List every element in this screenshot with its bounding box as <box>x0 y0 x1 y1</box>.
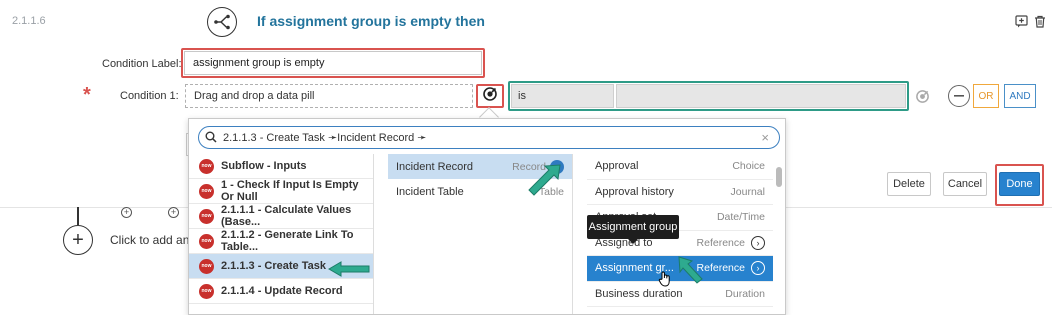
search-icon <box>205 131 217 146</box>
annotation-arrow-icon <box>327 260 371 283</box>
branch-icon <box>207 7 237 37</box>
scrollbar-thumb[interactable] <box>776 167 782 187</box>
remove-condition-icon[interactable] <box>948 85 970 107</box>
add-step-icon[interactable]: + <box>121 207 132 218</box>
required-indicator: * <box>83 84 91 106</box>
list-item[interactable]: now 1 - Check If Input Is Empty Or Null <box>189 179 373 204</box>
condition-label-caption: Condition Label: <box>102 58 182 70</box>
add-action-text[interactable]: Click to add an A <box>110 233 200 247</box>
list-item-type: Journal <box>730 185 765 198</box>
done-button[interactable]: Done <box>999 172 1040 196</box>
value-pill-picker-icon[interactable] <box>913 87 931 105</box>
step-title: If assignment group is empty then <box>257 13 485 29</box>
annotation-arrow-icon <box>676 255 704 290</box>
now-badge-icon: now <box>199 233 214 249</box>
annotation-arrow-icon <box>526 163 562 202</box>
now-badge-icon: now <box>199 183 214 199</box>
data-pill-picker-icon <box>482 86 498 107</box>
list-item[interactable]: Approval history Journal <box>587 180 773 205</box>
steps-column: now Subflow - Inputs now 1 - Check If Inpu… <box>189 154 374 314</box>
delete-button[interactable]: Delete <box>887 172 931 196</box>
hand-cursor-icon <box>658 271 672 290</box>
data-pill-picker-button[interactable] <box>476 84 504 108</box>
list-item-label: Approval <box>595 160 639 173</box>
list-item-type: Choice <box>732 160 765 173</box>
now-badge-icon: now <box>199 283 214 299</box>
and-button[interactable]: AND <box>1004 84 1036 108</box>
pill-search-value: 2.1.1.3 - Create Task ➛Incident Record ➛ <box>223 132 427 144</box>
list-item-label: Incident Record <box>396 160 474 173</box>
list-item[interactable]: now 2.1.1.2 - Generate Link To Table... <box>189 229 373 254</box>
list-item-label: 2.1.1.1 - Calculate Values (Base... <box>221 204 352 228</box>
condition-value-field[interactable] <box>616 84 906 108</box>
add-branch-icon[interactable]: + <box>168 207 179 218</box>
list-item-label: Incident Table <box>396 185 464 198</box>
list-item-label: 2.1.1.2 - Generate Link To Table... <box>221 229 354 253</box>
now-badge-icon: now <box>199 208 214 224</box>
step-number: 2.1.1.6 <box>12 15 46 27</box>
list-item-label: Approval history <box>595 185 674 198</box>
add-annotation-icon[interactable] <box>1014 14 1028 28</box>
list-item[interactable]: now 2.1.1.1 - Calculate Values (Base... <box>189 204 373 229</box>
list-item-type: Reference <box>696 236 745 249</box>
list-item-type: Duration <box>725 287 765 300</box>
data-pill-dropzone[interactable]: Drag and drop a data pill <box>185 84 473 108</box>
now-badge-icon: now <box>199 258 214 274</box>
operator-select[interactable]: is <box>511 84 614 108</box>
list-item[interactable]: now Subflow - Inputs <box>189 154 373 179</box>
or-button[interactable]: OR <box>973 84 999 108</box>
field-tooltip: Assignment group <box>587 215 679 239</box>
chevron-right-icon[interactable]: › <box>751 261 765 276</box>
list-item-label: 2.1.1.3 - Create Task <box>221 260 326 272</box>
condition1-caption: Condition 1: <box>120 90 179 102</box>
condition-label-input[interactable]: assignment group is empty <box>184 51 482 75</box>
tooltip-arrow <box>627 238 639 244</box>
clear-search-icon[interactable]: × <box>761 131 769 144</box>
list-item[interactable]: Approval Choice <box>587 154 773 180</box>
chevron-right-icon[interactable]: › <box>751 235 765 250</box>
list-item-label: 1 - Check If Input Is Empty Or Null <box>221 179 359 203</box>
add-action-icon[interactable]: + <box>63 225 93 255</box>
cancel-button[interactable]: Cancel <box>943 172 987 196</box>
now-badge-icon: now <box>199 158 214 174</box>
list-item-label: 2.1.1.4 - Update Record <box>221 285 343 297</box>
trash-icon[interactable] <box>1033 14 1047 28</box>
list-item-label: Subflow - Inputs <box>221 160 307 172</box>
pill-search-input[interactable]: 2.1.1.3 - Create Task ➛Incident Record ➛… <box>198 126 780 149</box>
flow-connector <box>77 207 79 225</box>
flow-designer-canvas: 2.1.1.6 If assignment group is empty the… <box>0 0 1052 315</box>
list-item-type: Date/Time <box>716 211 765 224</box>
